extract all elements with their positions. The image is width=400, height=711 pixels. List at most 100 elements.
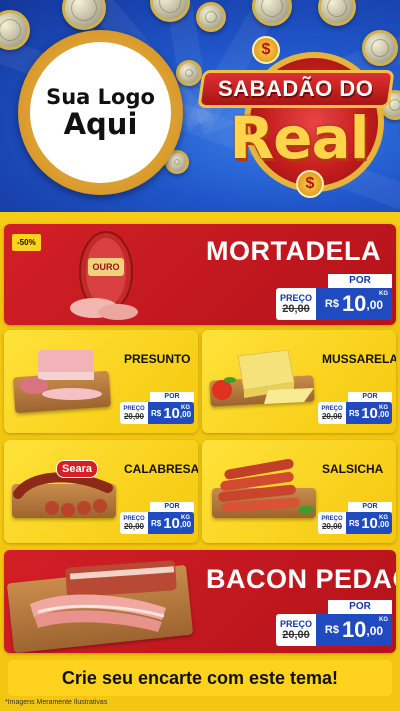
new-price-block: R$ 10 ,00 KG (346, 512, 392, 534)
old-price-block: PREÇO 20,00 (318, 512, 346, 534)
unit-label: KG (379, 617, 388, 623)
new-price-block: R$ 10 ,00 KG (148, 402, 194, 424)
currency-label: R$ (348, 408, 360, 418)
price-tag: POR PREÇO 20,00 R$ 10 ,00 KG (276, 274, 392, 322)
product-card-presunto[interactable]: PRESUNTO POR PREÇO 20,00 R$ 10 ,00 KG (4, 330, 198, 433)
price-integer: 10 (163, 404, 180, 422)
old-price: 20,00 (282, 629, 310, 641)
old-price-block: PREÇO 20,00 (120, 402, 148, 424)
product-name: SALSICHA (322, 462, 384, 476)
unit-label: KG (379, 515, 388, 521)
price-decimal: ,00 (377, 520, 390, 529)
price-por-label: POR (348, 502, 392, 512)
unit-label: KG (181, 515, 190, 521)
price-box: PREÇO 20,00 R$ 10 ,00 KG (318, 512, 392, 534)
coin-icon (0, 10, 30, 50)
unit-label: KG (181, 405, 190, 411)
old-price-block: PREÇO 20,00 (120, 512, 148, 534)
product-name: BACON PEDAÇO (206, 564, 396, 594)
price-tag: POR PREÇO 20,00 R$ 10 ,00 KG (318, 392, 392, 426)
price-box: PREÇO 20,00 R$ 10 ,00 KG (120, 402, 194, 424)
price-box: PREÇO 20,00 R$ 10 ,00 KG (318, 402, 392, 424)
old-price-block: PREÇO 20,00 (318, 402, 346, 424)
price-integer: 10 (361, 514, 378, 532)
old-price: 20,00 (282, 303, 310, 315)
logo-circle: Sua Logo Aqui (30, 42, 171, 183)
old-price: 20,00 (123, 411, 145, 421)
price-tag: POR PREÇO 20,00 R$ 10 ,00 KG (276, 600, 392, 648)
discount-badge: -50% (12, 234, 41, 251)
product-card-bacon[interactable]: BACON PEDAÇO POR PREÇO 20,00 R$ 10 ,00 K… (4, 550, 396, 653)
price-por-label: POR (328, 274, 392, 288)
preco-label: PREÇO (279, 293, 312, 303)
logo-text-line1: Sua Logo (46, 84, 155, 109)
logo-text-line2: Aqui (63, 106, 138, 141)
flyer-page: Sua Logo Aqui SABADÃO DO Real $ $ -50% O… (0, 0, 400, 711)
cta-banner[interactable]: Crie seu encarte com este tema! (8, 660, 392, 696)
dollar-coin-icon: $ (296, 170, 324, 198)
badge-ribbon: SABADÃO DO (197, 70, 395, 108)
product-name: MORTADELA (206, 236, 381, 266)
product-name: PRESUNTO (124, 352, 191, 366)
new-price-block: R$ 10 ,00 KG (316, 614, 392, 646)
old-price: 20,00 (321, 521, 343, 531)
price-integer: 10 (361, 404, 378, 422)
mussarela-image (212, 350, 314, 404)
product-card-salsicha[interactable]: SALSICHA POR PREÇO 20,00 R$ 10 ,00 KG (202, 440, 396, 543)
price-por-label: POR (348, 392, 392, 402)
old-price-block: PREÇO 20,00 (276, 288, 316, 320)
price-decimal: ,00 (366, 624, 384, 638)
price-por-label: POR (150, 392, 194, 402)
product-card-mussarela[interactable]: MUSSARELA POR PREÇO 20,00 R$ 10 ,00 KG (202, 330, 396, 433)
old-price: 20,00 (321, 411, 343, 421)
price-tag: POR PREÇO 20,00 R$ 10 ,00 KG (120, 392, 194, 426)
presunto-image (20, 350, 102, 400)
price-box: PREÇO 20,00 R$ 10 ,00 KG (276, 614, 392, 646)
unit-label: KG (379, 405, 388, 411)
price-box: PREÇO 20,00 R$ 10 ,00 KG (276, 288, 392, 320)
price-box: PREÇO 20,00 R$ 10 ,00 KG (120, 512, 194, 534)
price-decimal: ,00 (366, 298, 384, 312)
price-por-label: POR (150, 502, 194, 512)
coin-icon (196, 2, 226, 32)
price-integer: 10 (163, 514, 180, 532)
dollar-coin-icon: $ (252, 36, 280, 64)
product-card-mortadela[interactable]: -50% OURO MORTADELA POR PREÇO 20,00 R$ 1… (4, 224, 396, 325)
coin-icon (62, 0, 106, 30)
new-price-block: R$ 10 ,00 KG (316, 288, 392, 320)
price-tag: POR PREÇO 20,00 R$ 10 ,00 KG (120, 502, 194, 536)
price-tag: POR PREÇO 20,00 R$ 10 ,00 KG (318, 502, 392, 536)
price-integer: 10 (341, 617, 367, 642)
disclaimer-text: *Imagens Meramente Ilustrativas (5, 699, 108, 706)
product-card-calabresa[interactable]: Seara CALABRESA POR PREÇO 20,00 R$ 10 ,0… (4, 440, 198, 543)
currency-label: R$ (348, 518, 360, 528)
coin-icon (318, 0, 356, 26)
brand-logo: Seara (56, 460, 98, 478)
price-integer: 10 (341, 291, 367, 316)
currency-label: R$ (150, 408, 162, 418)
price-decimal: ,00 (179, 410, 192, 419)
brand-label: OURO (92, 262, 120, 272)
unit-label: KG (379, 291, 388, 297)
new-price-block: R$ 10 ,00 KG (346, 402, 392, 424)
logo-placeholder[interactable]: Sua Logo Aqui (18, 30, 183, 195)
campaign-real-text: Real (229, 104, 369, 172)
new-price-block: R$ 10 ,00 KG (148, 512, 194, 534)
campaign-badge: SABADÃO DO Real $ $ (196, 36, 396, 204)
price-decimal: ,00 (179, 520, 192, 529)
old-price-block: PREÇO 20,00 (276, 614, 316, 646)
product-name: CALABRESA (124, 462, 198, 476)
preco-label: PREÇO (279, 619, 312, 629)
price-por-label: POR (328, 600, 392, 614)
old-price: 20,00 (123, 521, 145, 531)
price-decimal: ,00 (377, 410, 390, 419)
salsicha-image (218, 458, 314, 514)
product-name: MUSSARELA (322, 352, 396, 366)
currency-label: R$ (150, 518, 162, 528)
currency-label: R$ (324, 298, 339, 310)
mortadela-image (70, 231, 138, 320)
header-banner: Sua Logo Aqui SABADÃO DO Real $ $ (0, 0, 400, 212)
bacon-image (30, 560, 177, 632)
campaign-title: SABADÃO DO (218, 76, 374, 101)
currency-label: R$ (324, 624, 339, 636)
